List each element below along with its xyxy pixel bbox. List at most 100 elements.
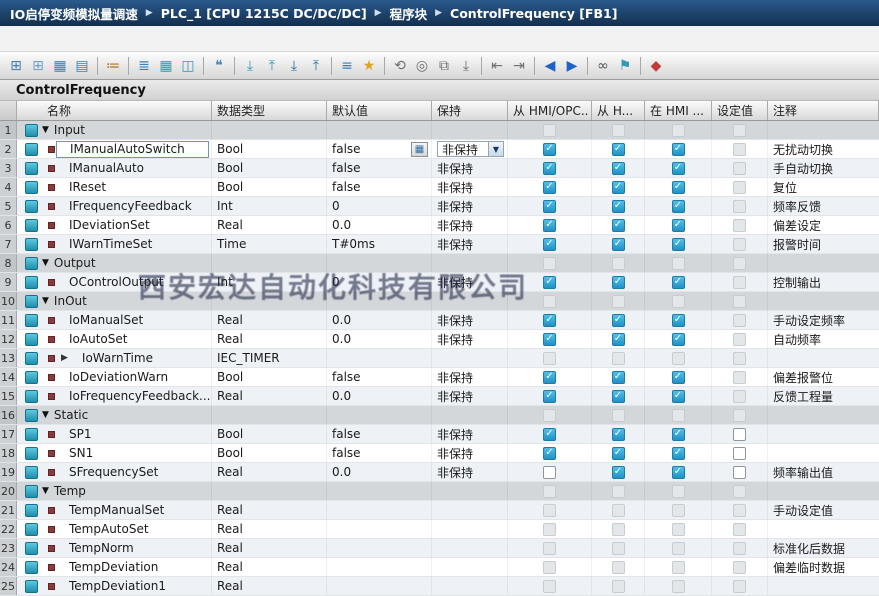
- comment-cell[interactable]: 偏差报警位: [768, 368, 879, 386]
- comment-cell[interactable]: 控制输出: [768, 273, 879, 291]
- retain-cell[interactable]: 非保持: [432, 444, 508, 462]
- visible-hmi-checkbox[interactable]: ✓: [671, 370, 685, 384]
- table-row[interactable]: 7 IWarnTimeSet Time T#0ms 非保持 ✓ ✓ ✓ 报警时间: [0, 235, 879, 254]
- data-type-cell[interactable]: Real: [212, 330, 327, 348]
- visible-hmi-checkbox[interactable]: ✓: [671, 332, 685, 346]
- visible-hmi-checkbox[interactable]: ✓: [671, 313, 685, 327]
- breadcrumb-item[interactable]: 程序块: [390, 4, 428, 23]
- hmi-opc-checkbox[interactable]: ✓: [543, 332, 556, 346]
- hmi-opc-checkbox[interactable]: ✓: [543, 218, 556, 232]
- data-type-cell[interactable]: Bool: [212, 159, 327, 177]
- row-number[interactable]: 11: [0, 311, 17, 329]
- row-number[interactable]: 17: [0, 425, 17, 443]
- row-number[interactable]: 20: [0, 482, 17, 500]
- from-hmi-checkbox[interactable]: ✓: [611, 465, 625, 479]
- from-hmi-checkbox[interactable]: ✓: [611, 427, 625, 441]
- row-number[interactable]: 5: [0, 197, 17, 215]
- download-to-plc-icon[interactable]: ⤓: [240, 56, 260, 76]
- visible-hmi-checkbox[interactable]: ✓: [671, 465, 685, 479]
- default-value-cell[interactable]: 0.0: [327, 216, 432, 234]
- comment-cell[interactable]: 频率输出值: [768, 463, 879, 481]
- offline-icon[interactable]: ◆: [646, 56, 666, 76]
- data-type-cell[interactable]: Bool: [212, 425, 327, 443]
- table-row[interactable]: 25 TempDeviation1 Real: [0, 577, 879, 596]
- column-header-7[interactable]: 设定值: [712, 101, 768, 120]
- hmi-opc-checkbox[interactable]: ✓: [543, 313, 556, 327]
- name-cell[interactable]: TempDeviation1: [17, 577, 212, 595]
- from-hmi-checkbox[interactable]: ✓: [611, 389, 625, 403]
- table-row[interactable]: 17 SP1 Bool false 非保持 ✓ ✓ ✓: [0, 425, 879, 444]
- retain-dropdown[interactable]: 非保持 ▼: [437, 141, 504, 157]
- row-number[interactable]: 12: [0, 330, 17, 348]
- comment-cell[interactable]: [768, 520, 879, 538]
- row-number[interactable]: 13: [0, 349, 17, 367]
- data-type-cell[interactable]: Real: [212, 520, 327, 538]
- retain-cell[interactable]: 非保持: [432, 311, 508, 329]
- collapse-triangle-icon[interactable]: ▼: [42, 486, 49, 496]
- sort-list-icon[interactable]: ≣: [134, 56, 154, 76]
- data-type-cell[interactable]: IEC_TIMER: [212, 349, 327, 367]
- row-number[interactable]: 21: [0, 501, 17, 519]
- comment-cell[interactable]: [768, 444, 879, 462]
- expand-triangle-icon[interactable]: ▶: [61, 353, 68, 363]
- column-header-1[interactable]: 数据类型: [212, 101, 327, 120]
- collapse-triangle-icon[interactable]: ▼: [42, 296, 49, 306]
- row-number[interactable]: 16: [0, 406, 17, 424]
- retain-cell[interactable]: 非保持: [432, 273, 508, 291]
- default-value-cell[interactable]: [327, 558, 432, 576]
- visible-hmi-checkbox[interactable]: ✓: [671, 161, 685, 175]
- row-number[interactable]: 4: [0, 178, 17, 196]
- breadcrumb-item[interactable]: PLC_1 [CPU 1215C DC/DC/DC]: [161, 6, 367, 21]
- column-header-6[interactable]: 在 HMI ...: [645, 101, 712, 120]
- table-row[interactable]: 14 IoDeviationWarn Bool false 非保持 ✓ ✓ ✓ 偏差报警位: [0, 368, 879, 387]
- table-row[interactable]: 3 IManualAuto Bool false 非保持 ✓ ✓ ✓ 手自动切换: [0, 159, 879, 178]
- default-value-cell[interactable]: false: [327, 368, 432, 386]
- name-cell[interactable]: ▼ InOut: [17, 292, 212, 310]
- collapse-members-icon[interactable]: ⇥: [509, 56, 529, 76]
- visible-hmi-checkbox[interactable]: ✓: [671, 142, 685, 156]
- comment-cell[interactable]: 复位: [768, 178, 879, 196]
- data-type-cell[interactable]: Bool: [212, 368, 327, 386]
- default-value-cell[interactable]: 0.0: [327, 311, 432, 329]
- comment-cell[interactable]: 偏差设定: [768, 216, 879, 234]
- data-type-cell[interactable]: Bool: [212, 140, 327, 158]
- hmi-opc-checkbox[interactable]: ✓: [543, 446, 556, 460]
- retain-cell[interactable]: 非保持: [432, 159, 508, 177]
- default-value-cell[interactable]: T#0ms: [327, 235, 432, 253]
- comment-cell[interactable]: 手自动切换: [768, 159, 879, 177]
- name-cell[interactable]: SFrequencySet: [17, 463, 212, 481]
- default-value-cell[interactable]: 0.0: [327, 463, 432, 481]
- name-cell[interactable]: OControlOutput: [17, 273, 212, 291]
- hmi-opc-checkbox[interactable]: [543, 465, 556, 479]
- default-value-cell[interactable]: false: [327, 444, 432, 462]
- retain-cell[interactable]: [432, 577, 508, 595]
- retain-cell[interactable]: 非保持: [432, 368, 508, 386]
- row-number[interactable]: 2: [0, 140, 17, 158]
- visible-hmi-checkbox[interactable]: ✓: [671, 389, 685, 403]
- hmi-opc-checkbox[interactable]: ✓: [543, 180, 556, 194]
- row-number[interactable]: 24: [0, 558, 17, 576]
- comment-cell[interactable]: 报警时间: [768, 235, 879, 253]
- table-row[interactable]: 5 IFrequencyFeedback Int 0 非保持 ✓ ✓ ✓ 频率反馈: [0, 197, 879, 216]
- retain-cell[interactable]: [432, 558, 508, 576]
- column-header-8[interactable]: 注释: [768, 101, 879, 120]
- from-hmi-checkbox[interactable]: ✓: [611, 218, 625, 232]
- from-hmi-checkbox[interactable]: ✓: [611, 180, 625, 194]
- name-cell[interactable]: IDeviationSet: [17, 216, 212, 234]
- data-type-cell[interactable]: Real: [212, 216, 327, 234]
- comment-cell[interactable]: 无扰动切换: [768, 140, 879, 158]
- name-cell[interactable]: IManualAutoSwitch: [17, 140, 212, 158]
- visible-hmi-checkbox[interactable]: ✓: [671, 275, 685, 289]
- retain-cell[interactable]: 非保持: [432, 197, 508, 215]
- data-type-cell[interactable]: Bool: [212, 444, 327, 462]
- breadcrumb-item[interactable]: ControlFrequency [FB1]: [450, 6, 617, 21]
- breadcrumb-item[interactable]: IO启停变频模拟量调速: [10, 4, 138, 23]
- retain-cell[interactable]: 非保持: [432, 235, 508, 253]
- section-row-temp[interactable]: 20 ▼ Temp: [0, 482, 879, 501]
- visible-hmi-checkbox[interactable]: ✓: [671, 427, 685, 441]
- insert-row-icon[interactable]: ⊞: [6, 56, 26, 76]
- table-row[interactable]: 12 IoAutoSet Real 0.0 非保持 ✓ ✓ ✓ 自动频率: [0, 330, 879, 349]
- dropdown-arrow-icon[interactable]: ▼: [488, 142, 503, 156]
- default-value-cell[interactable]: 0: [327, 197, 432, 215]
- table-row[interactable]: 11 IoManualSet Real 0.0 非保持 ✓ ✓ ✓ 手动设定频率: [0, 311, 879, 330]
